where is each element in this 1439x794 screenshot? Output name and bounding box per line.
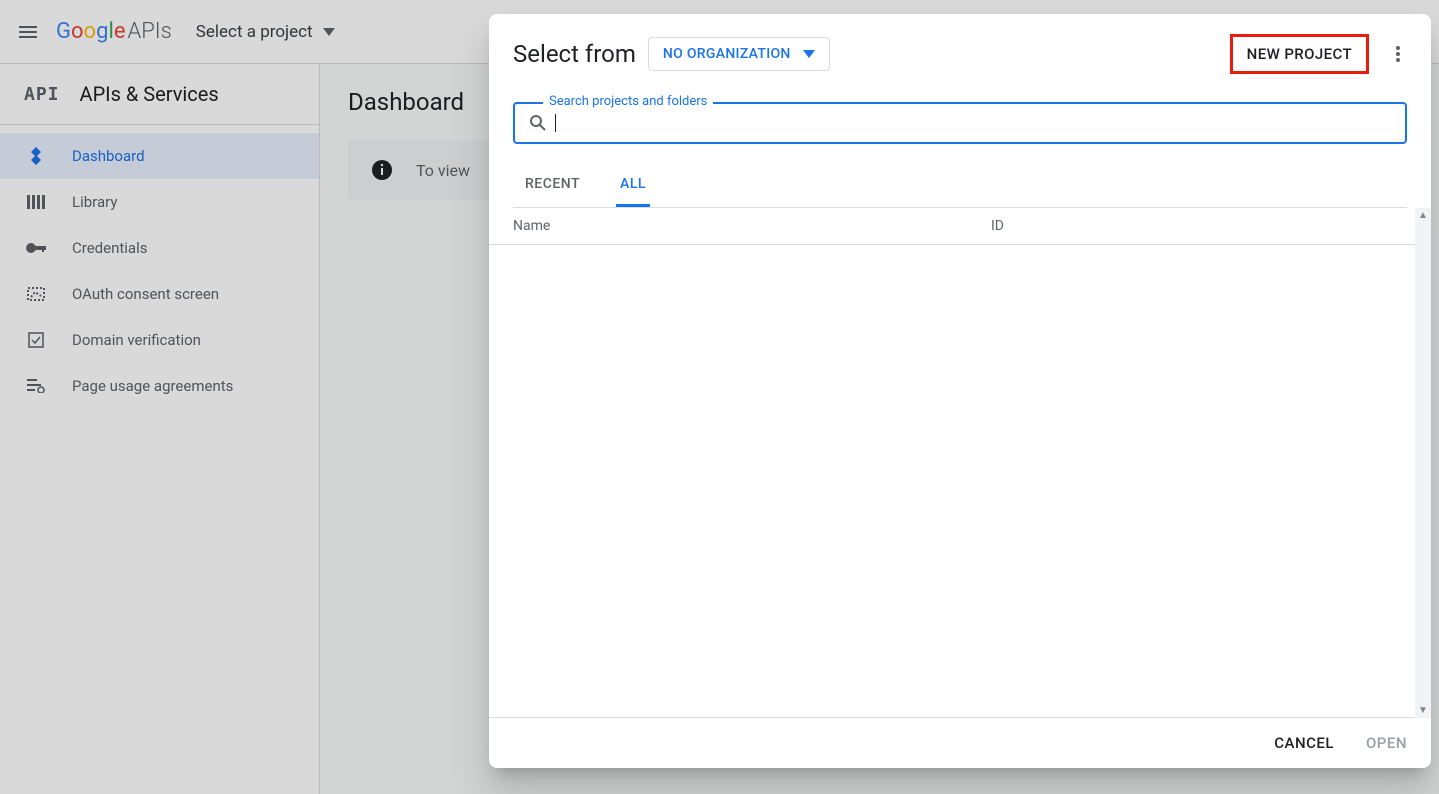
project-selector-modal: Select from NO ORGANIZATION NEW PROJECT … [489,14,1431,768]
search-label: Search projects and folders [543,94,713,109]
dropdown-icon [803,50,815,58]
tab-label: ALL [620,176,646,192]
tab-label: RECENT [525,176,580,192]
column-id[interactable]: ID [991,218,1391,234]
new-project-button[interactable]: NEW PROJECT [1230,34,1369,74]
project-table: Name ID ▲ ▼ [489,208,1431,718]
scroll-down-icon[interactable]: ▼ [1418,705,1428,716]
tab-all[interactable]: ALL [616,164,650,207]
select-from-label: Select from [513,40,636,68]
cancel-button[interactable]: CANCEL [1274,734,1334,752]
search-icon [529,114,547,132]
more-options-icon[interactable] [1389,45,1407,63]
table-header: Name ID [489,208,1415,245]
column-name[interactable]: Name [513,218,991,234]
org-dropdown-label: NO ORGANIZATION [663,46,791,62]
scroll-up-icon[interactable]: ▲ [1418,210,1428,221]
new-project-label: NEW PROJECT [1247,45,1352,63]
organization-dropdown[interactable]: NO ORGANIZATION [648,37,830,71]
search-input[interactable] [556,114,1391,132]
scrollbar[interactable]: ▲ ▼ [1415,208,1431,718]
tabs: RECENT ALL [513,164,1407,208]
modal-footer: CANCEL OPEN [489,718,1431,768]
tab-recent[interactable]: RECENT [521,164,584,207]
open-button[interactable]: OPEN [1366,734,1407,752]
